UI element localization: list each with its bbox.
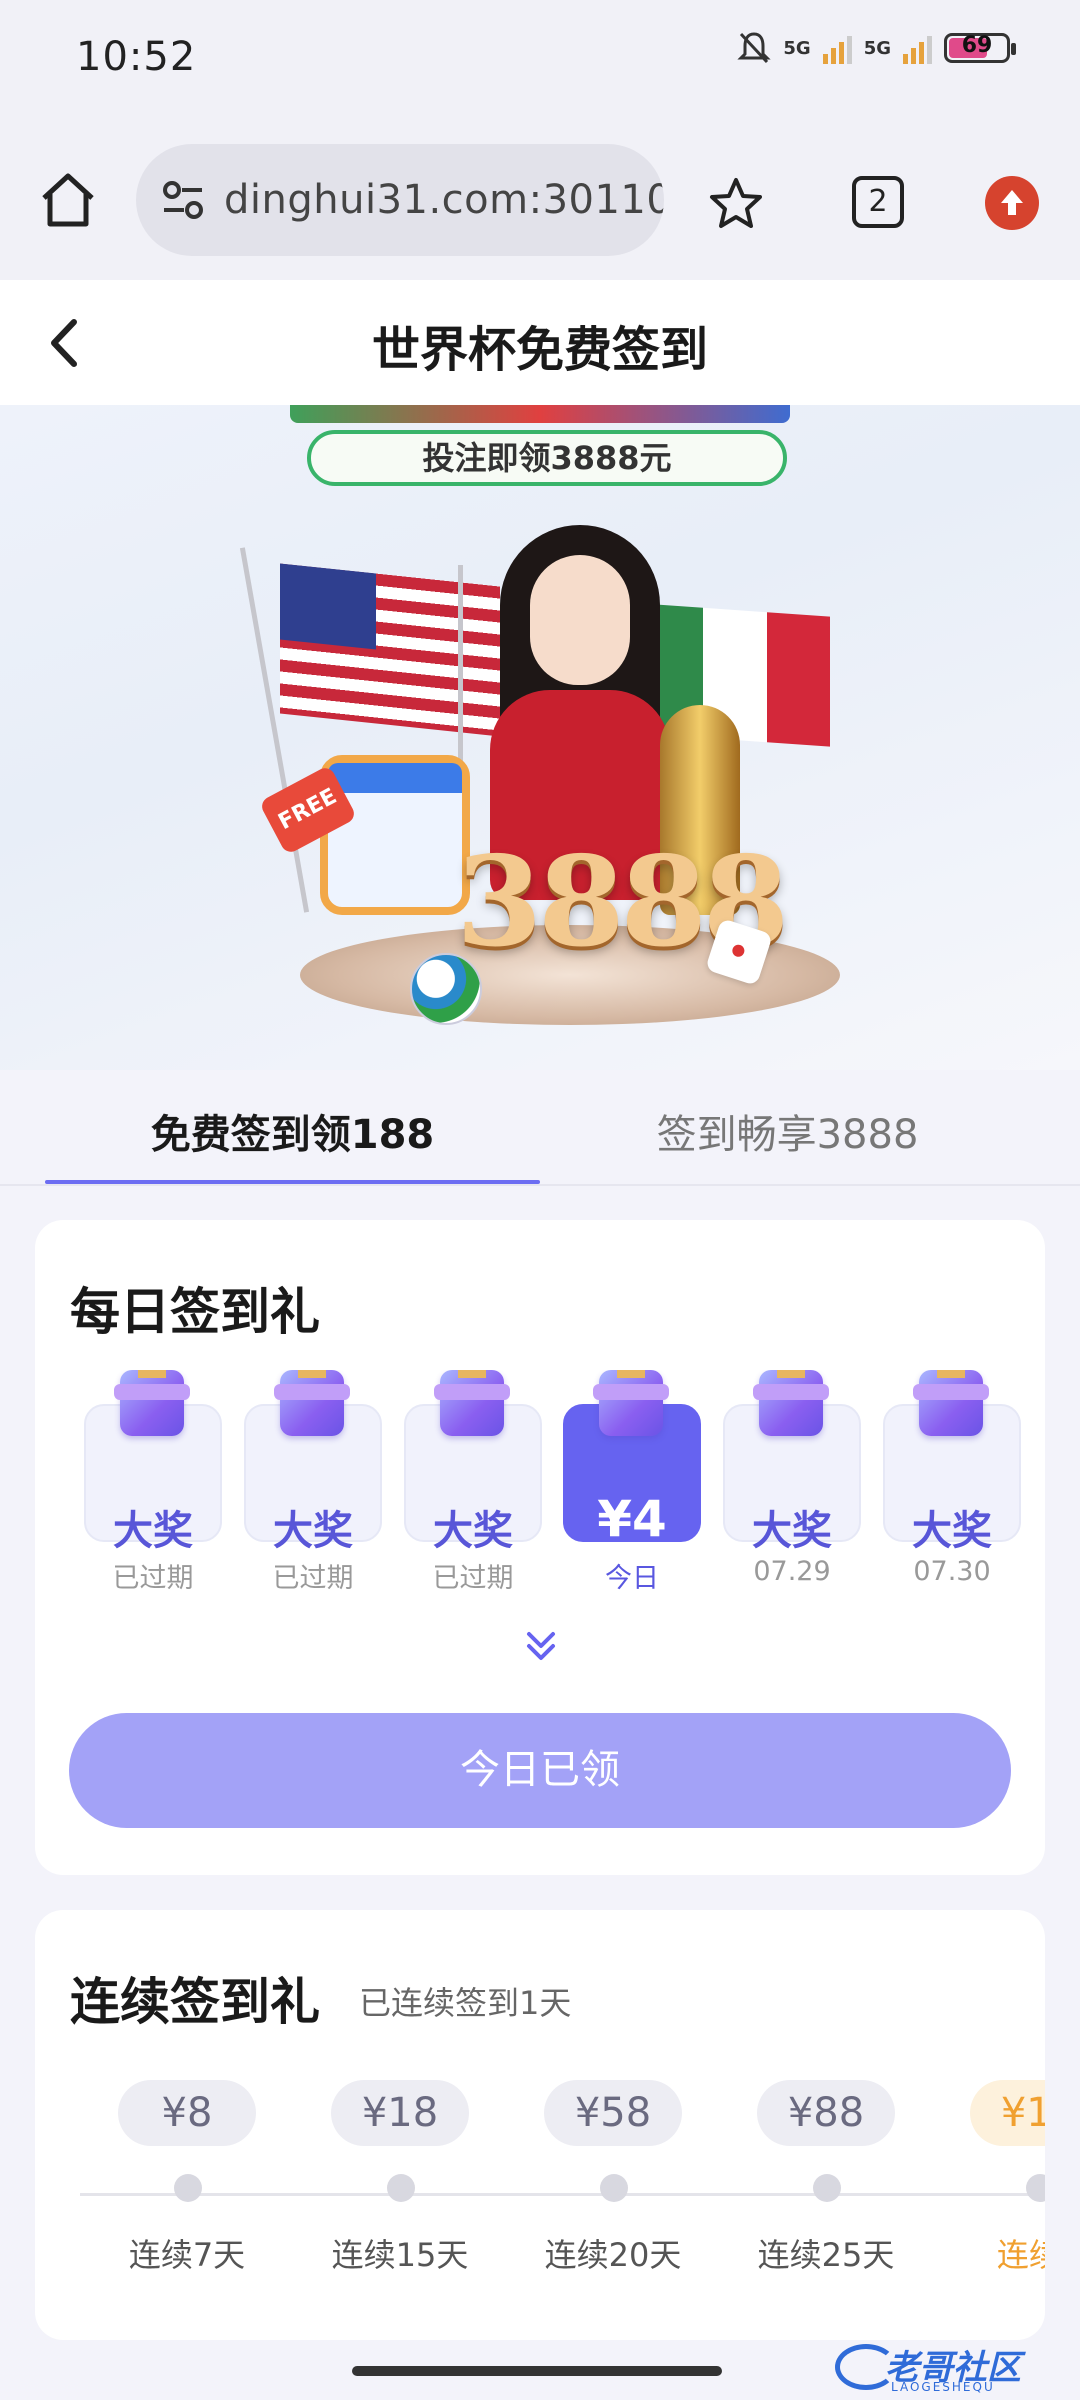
streak-dot [174,2174,202,2202]
site-settings-icon[interactable] [160,177,206,223]
streak-card: 连续签到礼 已连续签到1天 ¥8 连续7天 ¥18 连续15天 ¥58 连续20… [35,1910,1045,2340]
streak-label: 连续25天 [757,2236,895,2274]
streak-label: 连续3 [996,2236,1045,2274]
battery-level: 69 [961,33,993,58]
day-status: 已过期 [432,1563,514,1590]
day-status: 07.30 [913,1556,991,1587]
day-item-today[interactable]: ¥4 今日 [563,1370,701,1590]
banner-headline: 投注即领3888元 [307,430,787,486]
network-type-2: 5G [863,37,891,59]
day-label: ¥4 [597,1490,667,1548]
streak-label: 连续7天 [128,2236,246,2274]
home-icon[interactable] [36,168,100,232]
chevron-double-down-icon[interactable] [521,1626,561,1666]
streak-title: 连续签到礼 [70,1973,320,2031]
gesture-home-indicator[interactable] [352,2366,722,2376]
update-icon[interactable] [985,176,1039,230]
streak-label: 连续15天 [331,2236,469,2274]
status-icons: 5G 5G 69 [737,30,1016,66]
active-tab-indicator [45,1180,540,1184]
tab-checkin-3888[interactable]: 签到畅享3888 [540,1102,1035,1160]
gift-icon [753,1370,829,1436]
page-title: 世界杯免费签到 [371,322,708,378]
streak-progress-line [80,2193,1045,2196]
signal-icon [822,32,852,64]
streak-amount: ¥58 [544,2080,682,2146]
gift-icon [274,1370,350,1436]
bookmark-star-icon[interactable] [706,174,766,234]
watermark-subtext: LAOGESHEQU [891,2380,995,2394]
signal-icon-2 [903,32,932,64]
day-list: 大奖 已过期 大奖 已过期 大奖 已过期 ¥4 今日 大奖 07.29 大奖 0… [84,1370,1045,1590]
streak-amount: ¥18 [970,2080,1045,2146]
calendar-image [320,755,470,915]
daily-title: 每日签到礼 [70,1283,320,1341]
network-type-1: 5G [783,37,811,59]
model-face-image [530,555,630,685]
day-item[interactable]: 大奖 已过期 [244,1370,382,1590]
streak-dot [600,2174,628,2202]
streak-amount: ¥8 [118,2080,256,2146]
claim-today-button[interactable]: 今日已领 [69,1713,1011,1828]
streak-subtitle: 已连续签到1天 [359,1984,572,2022]
streak-label: 连续20天 [544,2236,682,2274]
gift-icon [434,1370,510,1436]
streak-amount: ¥18 [331,2080,469,2146]
day-label: 大奖 [752,1508,832,1554]
day-status: 今日 [605,1563,659,1590]
football-image [410,953,482,1025]
day-item[interactable]: 大奖 07.29 [723,1370,861,1587]
address-bar[interactable]: dinghui31.com:30110 [136,144,664,256]
status-time: 10:52 [76,34,197,80]
day-item[interactable]: 大奖 已过期 [404,1370,542,1590]
tab-switcher-button[interactable]: 2 [852,176,904,228]
tab-bar: 免费签到领188 签到畅享3888 [0,1070,1080,1186]
page-header: 世界杯免费签到 [0,280,1080,405]
status-bar: 10:52 5G 5G 69 [0,0,1080,120]
url-text: dinghui31.com:30110 [224,177,664,223]
watermark-logo: 老哥社区 LAOGESHEQU [835,2340,1065,2396]
streak-dot [1026,2174,1045,2202]
streak-dot [813,2174,841,2202]
banner-top-strip [290,405,790,423]
browser-toolbar: dinghui31.com:30110 2 [0,120,1080,280]
mute-bell-icon [737,32,771,64]
streak-amount: ¥88 [757,2080,895,2146]
day-label: 大奖 [113,1508,193,1554]
day-item[interactable]: 大奖 07.30 [883,1370,1021,1587]
gift-icon [593,1370,669,1436]
day-status: 已过期 [272,1563,354,1590]
day-label: 大奖 [433,1508,513,1554]
promo-banner: 投注即领3888元 FREE 3888 [0,405,1080,1070]
day-item[interactable]: 大奖 已过期 [84,1370,222,1590]
day-status: 已过期 [112,1563,194,1590]
gift-icon [114,1370,190,1436]
streak-dot [387,2174,415,2202]
gift-icon [913,1370,989,1436]
day-label: 大奖 [273,1508,353,1554]
us-flag-image [280,563,500,737]
battery-icon: 69 [944,33,1016,63]
daily-checkin-card: 每日签到礼 大奖 已过期 大奖 已过期 大奖 已过期 ¥4 今日 大奖 07.2… [35,1220,1045,1875]
day-label: 大奖 [912,1508,992,1554]
tab-free-checkin[interactable]: 免费签到领188 [45,1102,540,1160]
day-status: 07.29 [753,1556,831,1587]
